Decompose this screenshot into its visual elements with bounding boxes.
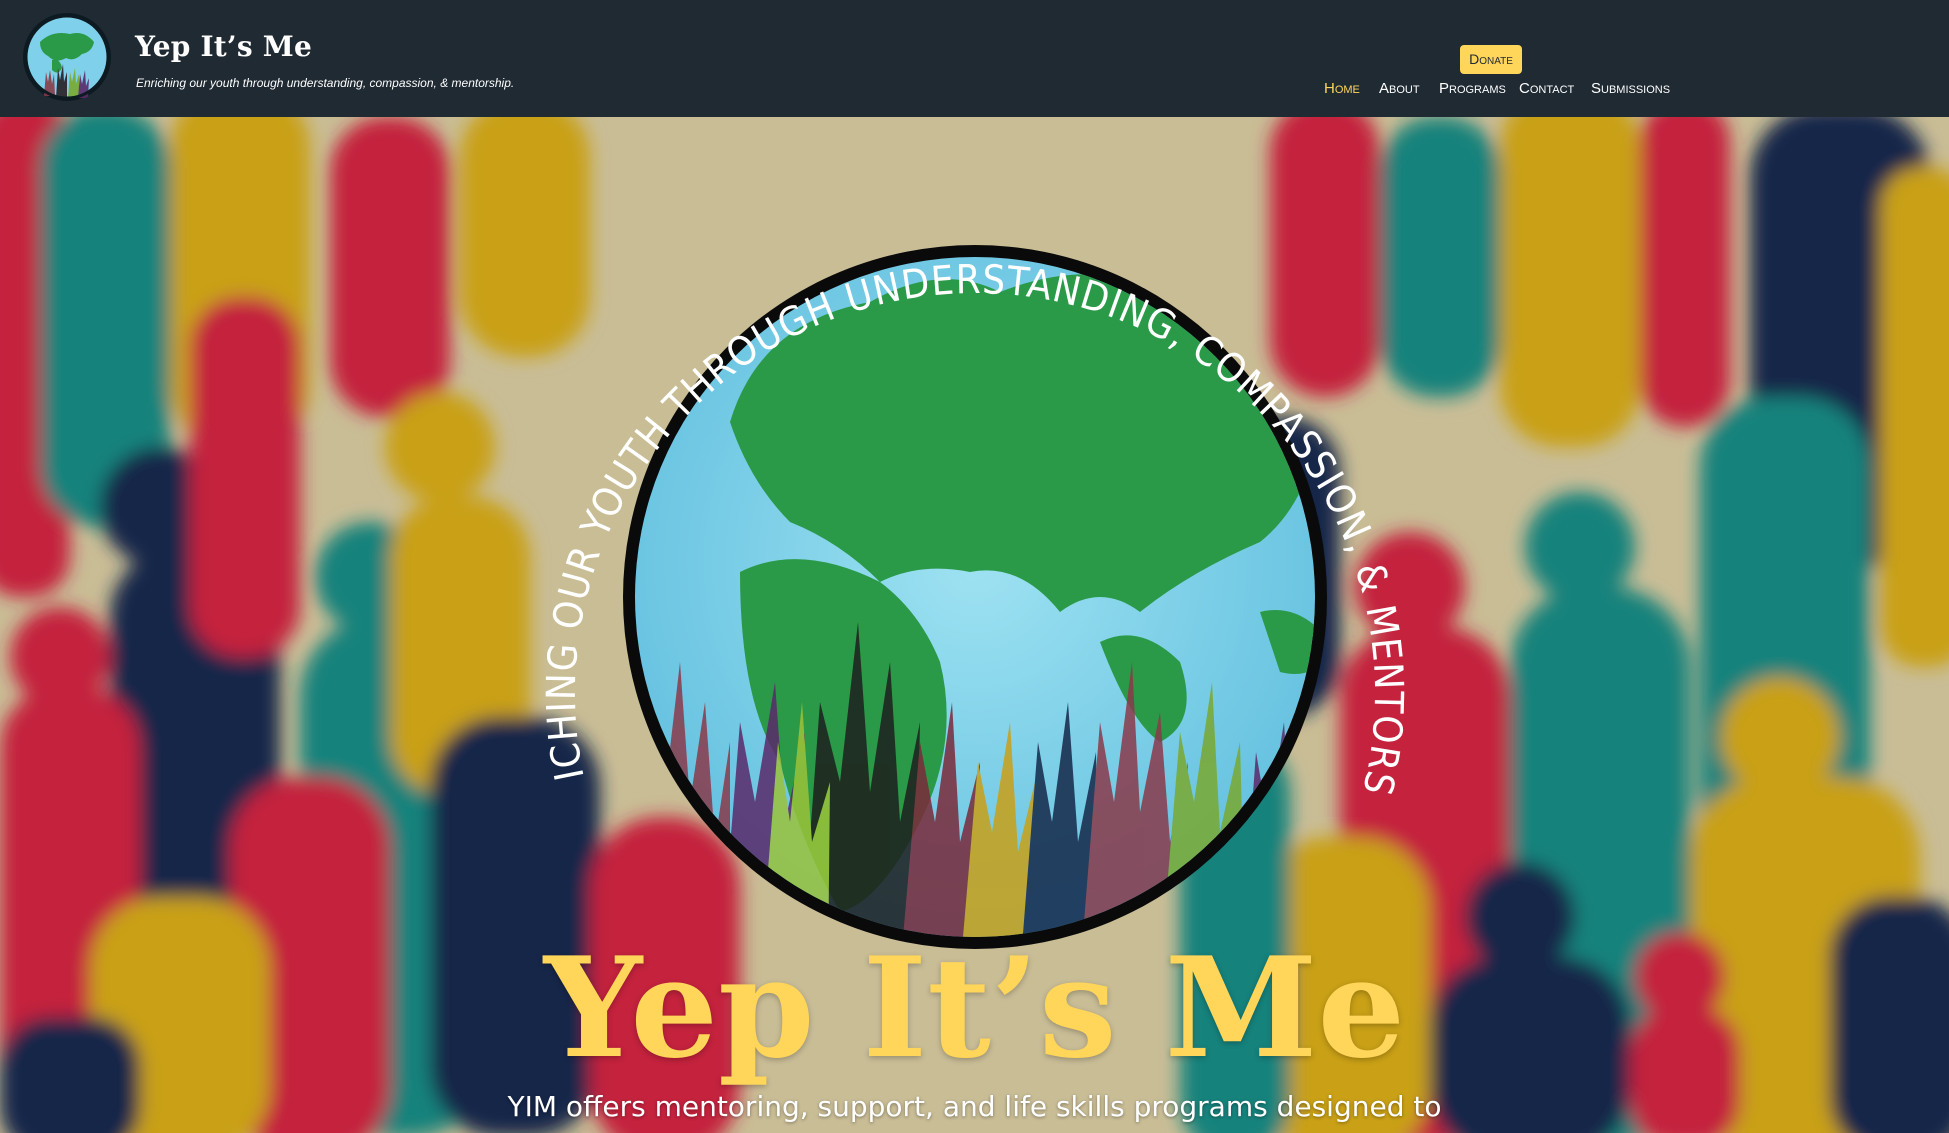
nav-item-submissions[interactable]: Submissions (1591, 80, 1671, 97)
nav-item-programs[interactable]: Programs (1439, 80, 1519, 97)
nav-item-home[interactable]: Home (1324, 80, 1379, 97)
hero-section: ENRICHING OUR YOUTH THROUGH UNDERSTANDIN… (0, 117, 1949, 1133)
main-nav: Home About Programs Contact Submissions (1324, 80, 1671, 97)
nav-item-about[interactable]: About (1379, 80, 1439, 97)
nav-item-contact[interactable]: Contact (1519, 80, 1591, 97)
site-tagline: Enriching our youth through understandin… (136, 76, 515, 90)
site-title[interactable]: Yep It’s Me (135, 30, 312, 63)
globe-hands-emblem-icon: ENRICHING OUR YOUTH THROUGH UNDERSTANDIN… (540, 142, 1410, 949)
hero-title: Yep It’s Me (543, 926, 1406, 1089)
site-header: Yep It’s Me Enriching our youth through … (0, 0, 1949, 117)
hero-description: YIM offers mentoring, support, and life … (507, 1090, 1442, 1123)
donate-button[interactable]: Donate (1460, 45, 1522, 74)
globe-hands-logo-icon[interactable] (22, 12, 112, 102)
